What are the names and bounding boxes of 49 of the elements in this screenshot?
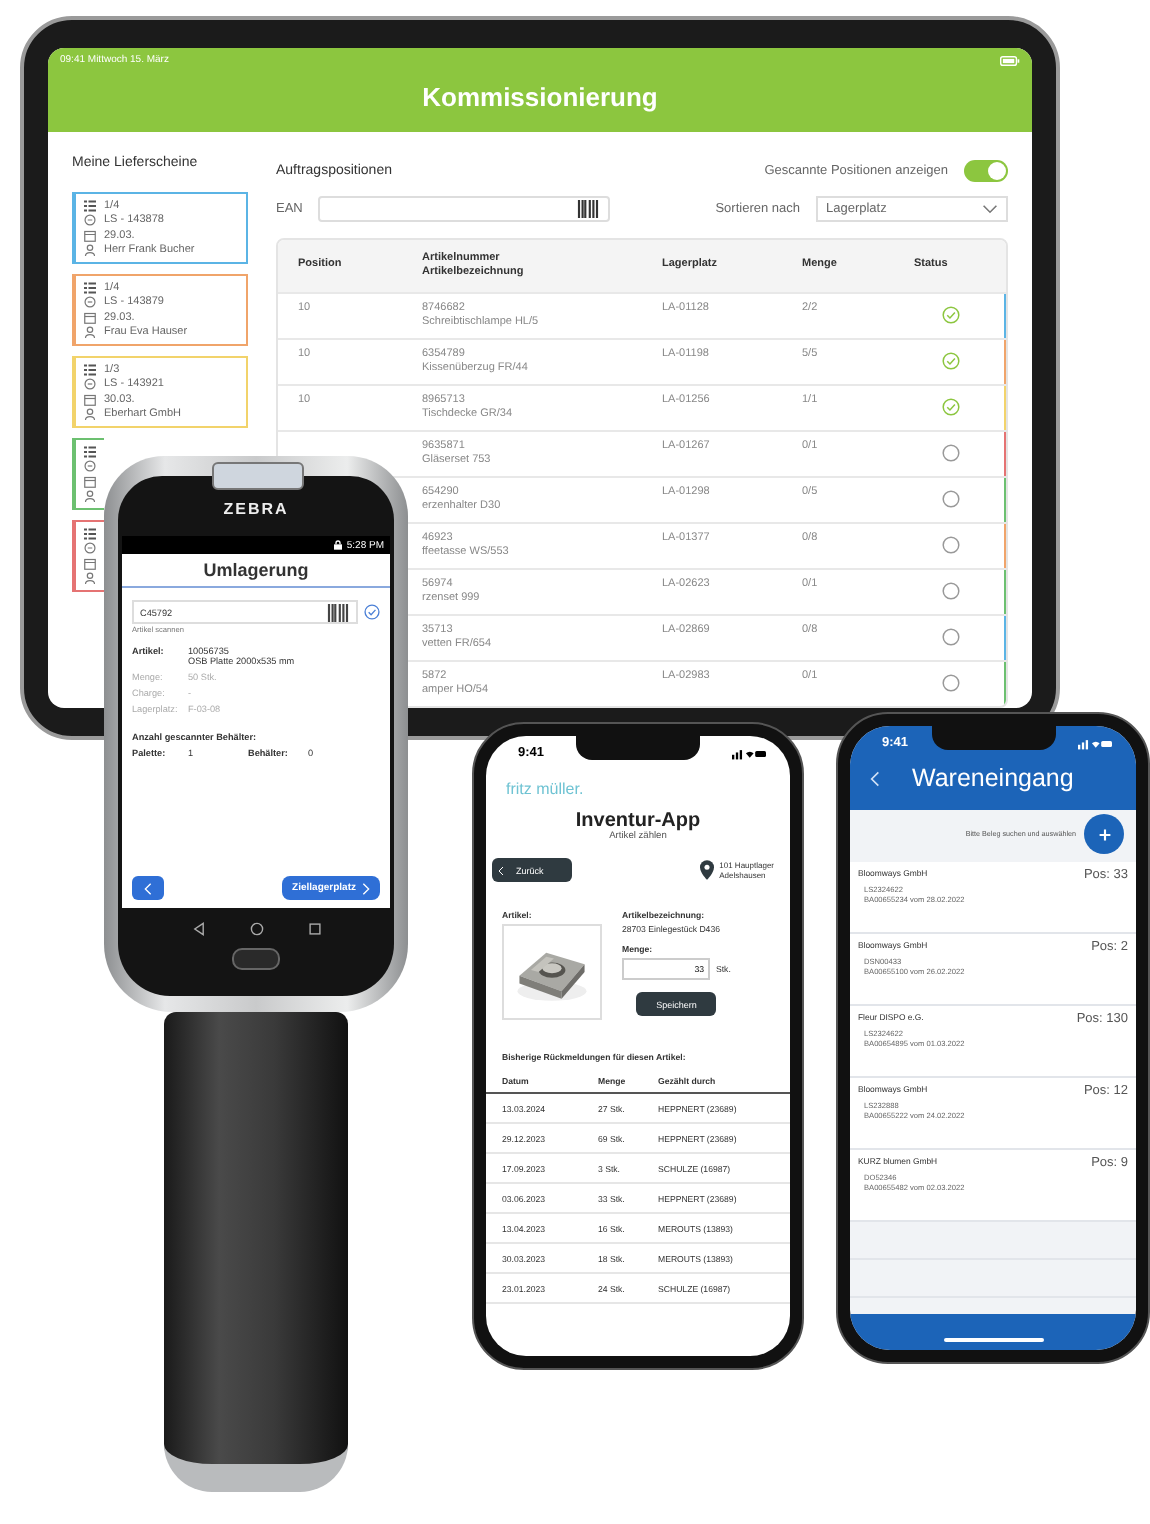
barcode-icon [576,199,601,217]
signal-battery-icon [1078,738,1112,750]
brand-logo: fritz müller. [504,780,586,798]
camera-notch [931,726,1055,750]
list-icon [84,281,96,294]
person-icon [84,490,96,503]
chevron-down-icon [982,203,998,213]
calendar-icon [84,475,96,488]
app-title: Inventur-App [575,810,701,832]
add-button[interactable] [1084,814,1124,854]
app-title: Kommissionierung [422,82,658,112]
person-icon [84,244,96,257]
person-icon [84,326,96,339]
back-chevron-icon[interactable] [870,769,880,787]
camera-notch [576,736,700,760]
chevron-left-icon [498,865,504,875]
list-icon [84,199,96,212]
brand-logo: ZEBRA [223,500,289,522]
check-circle-icon [364,604,380,620]
recents-key-icon[interactable] [307,922,321,936]
battery-icon [1000,55,1020,65]
back-button[interactable] [132,876,164,900]
home-key-icon[interactable] [249,922,263,936]
chevron-left-icon [144,881,152,895]
person-icon [84,572,96,585]
calendar-icon [84,229,96,242]
back-key-icon[interactable] [191,922,205,936]
chevron-right-icon [362,881,370,895]
barcode-icon [326,603,350,621]
person-icon [84,408,96,421]
calendar-icon [84,311,96,324]
delivery-note-card[interactable] [72,438,104,510]
calendar-icon [84,393,96,406]
list-icon [84,445,96,458]
scanner-window [212,462,304,490]
hardware-button[interactable] [232,948,280,970]
list-icon [84,363,96,376]
ean-input-field[interactable] [318,195,611,221]
screen-title: Umlagerung [122,554,390,588]
signal-battery-icon [732,748,766,760]
lock-icon [334,540,343,550]
list-icon [84,527,96,540]
location-pin-icon [699,860,714,880]
app-title: Wareneingang [912,764,1074,792]
plus-icon [1095,825,1113,843]
delivery-note-card[interactable] [72,520,104,592]
calendar-icon [84,557,96,570]
toggle-switch[interactable] [964,159,1008,181]
home-indicator [943,1338,1043,1342]
